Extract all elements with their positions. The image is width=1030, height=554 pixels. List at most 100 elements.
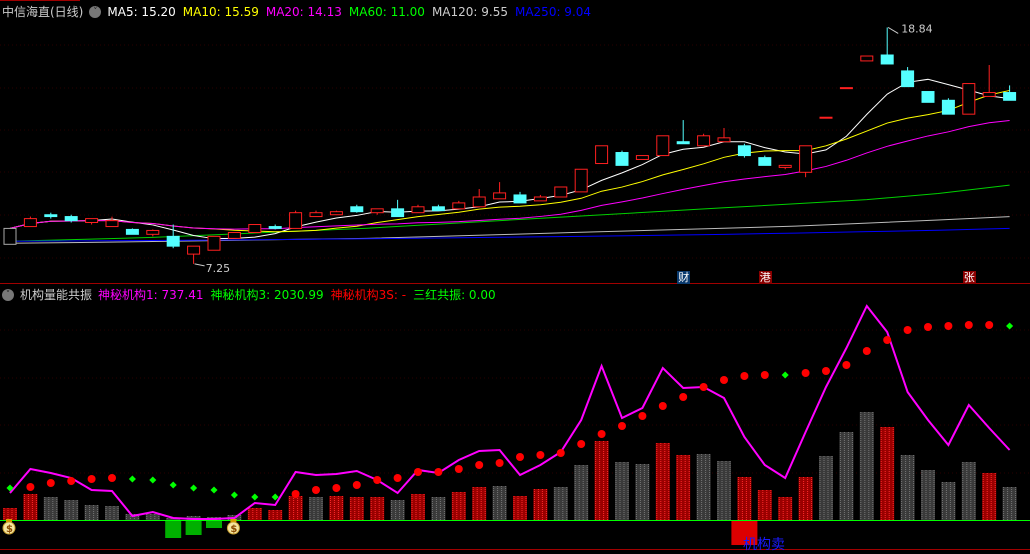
candle-body (941, 99, 955, 115)
volume-bar (880, 427, 895, 520)
candle-body (799, 145, 813, 173)
signal-dot-red (883, 336, 892, 344)
volume-bar (84, 505, 99, 520)
low-price-label: 7.25 (206, 262, 231, 275)
candle-body (737, 145, 751, 157)
signal-dot-red (556, 449, 565, 457)
candle-body (125, 228, 139, 235)
ma120-line (9, 216, 1010, 244)
signal-dot-green (251, 493, 259, 501)
event-marker[interactable]: 张 (962, 271, 976, 284)
ma5-line (9, 78, 1010, 240)
signal-dot-red (658, 402, 667, 410)
ma60-line (9, 184, 1010, 242)
candle-body (778, 164, 792, 168)
signal-dot-red (373, 476, 382, 484)
candle-body (146, 229, 160, 235)
signal-dot-green (230, 491, 238, 499)
volume-bar (982, 473, 997, 520)
candle-body (656, 135, 670, 157)
volume-bar (615, 462, 629, 520)
volume-bar (574, 465, 589, 520)
volume-bar (288, 496, 303, 520)
volume-bar (635, 464, 650, 520)
candle-body (880, 54, 894, 65)
signal-dot-red (638, 412, 647, 420)
volume-bar (349, 497, 364, 520)
candle-body (982, 92, 996, 97)
low-pointer (194, 263, 205, 267)
signal-dot-green (128, 475, 136, 483)
candle-body (901, 70, 915, 88)
signal-dot-red (577, 440, 586, 448)
candle-body (697, 135, 711, 147)
money-bag-tie (230, 519, 237, 522)
candle-body (248, 224, 262, 233)
candle-body (839, 87, 853, 90)
signal-dot-red (434, 468, 443, 476)
candle-body (329, 211, 343, 216)
indicator-line (9, 304, 1011, 520)
signal-dot-red (903, 326, 912, 334)
volume-bar (676, 455, 691, 520)
money-bag-glyph: $ (230, 524, 237, 535)
signal-dot-green (781, 371, 789, 379)
signal-dot-red (618, 422, 626, 430)
volume-bar (472, 487, 487, 520)
candle-body (391, 208, 405, 218)
money-bag-glyph: $ (6, 524, 13, 535)
signal-dot-red (454, 465, 463, 473)
signal-dot-green (190, 484, 198, 492)
volume-bar (798, 477, 813, 520)
candle-body (921, 91, 935, 103)
candle-body (64, 216, 78, 222)
signal-dot-red (536, 451, 545, 459)
volume-bar (778, 497, 793, 520)
signal-dot-red (87, 475, 96, 483)
volume-bar (329, 496, 344, 520)
sell-label: 机构卖 (743, 537, 785, 553)
event-marker[interactable]: 财 (677, 271, 691, 284)
volume-bar (553, 487, 568, 520)
candle-body (85, 218, 99, 223)
signal-dot-red (312, 486, 320, 494)
signal-dot-red (332, 484, 341, 492)
candle-body (554, 186, 568, 198)
volume-bar (533, 489, 548, 520)
signal-dot-red (699, 383, 708, 391)
signal-dot-red (291, 490, 300, 498)
volume-bar (64, 500, 79, 520)
signal-dot-red (740, 372, 749, 380)
volume-bar (961, 462, 976, 520)
volume-bar (1002, 487, 1017, 520)
volume-bar (717, 461, 731, 520)
volume-bar (105, 506, 119, 520)
candle-body (513, 194, 527, 204)
candle-body (187, 245, 201, 255)
negative-bar (165, 520, 182, 538)
signal-dot-red (516, 453, 524, 461)
signal-dot-red (862, 347, 871, 355)
event-marker[interactable]: 港 (758, 271, 772, 284)
volume-bar (145, 514, 160, 520)
high-price-label: 18.84 (901, 22, 933, 35)
signal-dot-red (475, 461, 484, 469)
candle-body (166, 235, 180, 247)
ma20-line (9, 120, 1010, 230)
volume-bar (839, 432, 854, 520)
signal-dot-red (393, 474, 402, 482)
signal-dot-red (597, 430, 606, 438)
signal-dot-red (67, 477, 76, 485)
signal-dot-red (964, 321, 973, 329)
candle-body (268, 226, 282, 229)
signal-dot-red (760, 371, 769, 379)
candle-body (227, 231, 241, 239)
volume-bar (23, 494, 38, 520)
signal-dot-red (985, 321, 994, 329)
signal-dot-green (210, 486, 218, 494)
candle-body (431, 206, 445, 212)
signal-dot-red (352, 481, 361, 489)
candle-body (493, 192, 507, 200)
kline-chart[interactable]: 18.84 7.25 $ $ (0, 0, 1030, 552)
volume-bar (309, 497, 323, 520)
